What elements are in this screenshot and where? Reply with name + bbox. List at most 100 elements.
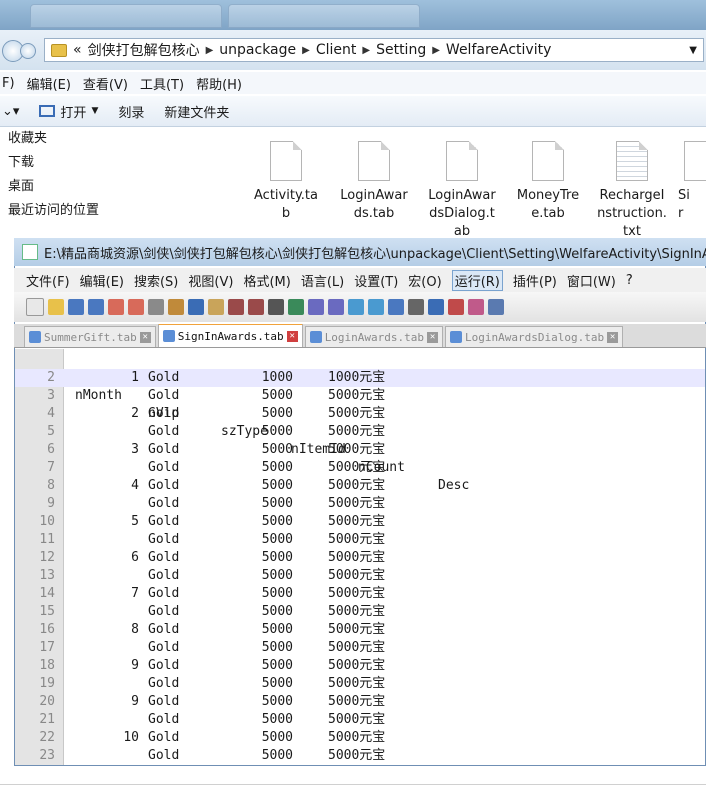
cell-id: 5000 — [261, 748, 293, 763]
sync-scroll-icon[interactable] — [348, 299, 364, 315]
table-row: 2 1 Gold 1000 1000元宝 — [15, 369, 705, 387]
cell-vip: Gold — [148, 550, 180, 565]
document-icon — [270, 141, 302, 181]
file-name-line: RechargeI — [599, 188, 665, 203]
file-item[interactable]: Activity.ta b — [246, 135, 326, 223]
cell-count: 5000元宝 — [328, 478, 386, 493]
dropdown-icon[interactable] — [20, 43, 36, 59]
menu-edit[interactable]: 编辑(E) — [80, 271, 124, 290]
print-icon[interactable] — [148, 299, 164, 315]
cell-vip: Gold — [148, 496, 180, 511]
menu-help[interactable]: 帮助(H) — [196, 74, 242, 93]
zoom-in-icon[interactable] — [308, 299, 324, 315]
cell-id: 5000 — [261, 406, 293, 421]
tab-signinawards[interactable]: SignInAwards.tab ✕ — [157, 324, 303, 347]
breadcrumb-item[interactable]: 剑侠打包解包核心 — [88, 40, 200, 60]
cell-id: 5000 — [261, 388, 293, 403]
tab-loginawardsdialog[interactable]: LoginAwardsDialog.tab ✕ — [445, 326, 624, 347]
breadcrumb-item[interactable]: WelfareActivity — [446, 42, 551, 58]
cell-month: 8 — [131, 622, 139, 637]
close-icon[interactable]: ✕ — [607, 331, 619, 343]
save-macro-icon[interactable] — [488, 299, 504, 315]
cell-count: 1000元宝 — [328, 370, 386, 385]
save-icon[interactable] — [68, 299, 84, 315]
close-file-icon[interactable] — [108, 299, 124, 315]
text-editor[interactable]: 1 nMonth nVip szType nItemId nCount Desc… — [15, 349, 705, 765]
save-all-icon[interactable] — [88, 299, 104, 315]
open-button[interactable]: 打开 ▼ — [39, 102, 98, 121]
indent-guide-icon[interactable] — [408, 299, 424, 315]
undo-icon[interactable] — [228, 299, 244, 315]
copy-icon[interactable] — [188, 299, 204, 315]
menu-settings[interactable]: 设置(T) — [354, 271, 398, 290]
menu-edit[interactable]: 编辑(E) — [27, 74, 71, 93]
new-folder-button[interactable]: 新建文件夹 — [164, 102, 229, 121]
background-tab[interactable] — [228, 4, 420, 28]
menu-macro[interactable]: 宏(O) — [408, 271, 441, 290]
menu-plugins[interactable]: 插件(P) — [513, 271, 557, 290]
paste-icon[interactable] — [208, 299, 224, 315]
cut-icon[interactable] — [168, 299, 184, 315]
find-icon[interactable] — [268, 299, 284, 315]
menu-view[interactable]: 查看(V) — [83, 74, 128, 93]
line-number: 19 — [39, 676, 55, 691]
breadcrumb-item[interactable]: Client — [316, 42, 357, 58]
file-item[interactable]: RechargeI nstruction. txt — [592, 135, 672, 241]
burn-button[interactable]: 刻录 — [118, 102, 144, 121]
cell-count: 5000元宝 — [328, 694, 386, 709]
menu-search[interactable]: 搜索(S) — [134, 271, 178, 290]
cell-id: 5000 — [261, 586, 293, 601]
saved-file-icon — [309, 331, 322, 343]
menu-tools[interactable]: 工具(T) — [140, 74, 184, 93]
chevron-down-icon[interactable]: ▼ — [689, 45, 697, 56]
record-macro-icon[interactable] — [448, 299, 464, 315]
file-item[interactable]: LoginAwar ds.tab — [334, 135, 414, 223]
close-icon[interactable]: ✕ — [286, 330, 298, 342]
breadcrumb[interactable]: « 剑侠打包解包核心 ▶ unpackage ▶ Client ▶ Settin… — [44, 38, 704, 62]
menu-format[interactable]: 格式(M) — [243, 271, 290, 290]
close-icon[interactable]: ✕ — [427, 331, 439, 343]
folder-icon — [51, 43, 67, 57]
tab-loginawards[interactable]: LoginAwards.tab ✕ — [304, 326, 444, 347]
table-row: 9 Gold 5000 5000元宝 — [15, 495, 705, 513]
cell-month: 3 — [131, 442, 139, 457]
cell-count: 5000元宝 — [328, 514, 386, 529]
menu-language[interactable]: 语言(L) — [301, 271, 344, 290]
breadcrumb-overflow[interactable]: « — [73, 42, 82, 58]
tab-summergift[interactable]: SummerGift.tab ✕ — [24, 326, 156, 347]
breadcrumb-item[interactable]: Setting — [376, 42, 426, 58]
file-item[interactable]: LoginAwar dsDialog.t ab — [422, 135, 502, 241]
nav-desktop[interactable]: 桌面 — [0, 175, 222, 199]
nav-favorites[interactable]: 收藏夹 — [0, 127, 222, 151]
menu-help[interactable]: ? — [626, 273, 633, 288]
doc-map-icon[interactable] — [428, 299, 444, 315]
play-macro-icon[interactable] — [468, 299, 484, 315]
table-row: 14 7 Gold 5000 5000元宝 — [15, 585, 705, 603]
wrap-icon[interactable] — [368, 299, 384, 315]
table-row: 21 Gold 5000 5000元宝 — [15, 711, 705, 729]
file-item[interactable]: MoneyTre e.tab — [508, 135, 588, 223]
cell-id: 5000 — [261, 424, 293, 439]
file-item[interactable]: Si r — [678, 135, 706, 223]
new-file-icon[interactable] — [26, 298, 44, 316]
menu-file[interactable]: 文件(F) — [26, 271, 70, 290]
close-icon[interactable]: ✕ — [139, 331, 151, 343]
close-all-icon[interactable] — [128, 299, 144, 315]
menu-window[interactable]: 窗口(W) — [567, 271, 616, 290]
menu-run[interactable]: 运行(R) — [451, 269, 503, 291]
nav-recent[interactable]: 最近访问的位置 — [0, 199, 222, 223]
breadcrumb-item[interactable]: unpackage — [219, 42, 296, 58]
redo-icon[interactable] — [248, 299, 264, 315]
open-file-icon[interactable] — [48, 299, 64, 315]
nav-downloads[interactable]: 下载 — [0, 151, 222, 175]
background-tab[interactable] — [30, 4, 222, 28]
line-number: 2 — [47, 370, 55, 385]
show-all-chars-icon[interactable] — [388, 299, 404, 315]
organize-dropdown-icon[interactable]: ⌄▾ — [2, 104, 19, 119]
menu-view[interactable]: 视图(V) — [188, 271, 233, 290]
cell-vip: Gold — [148, 532, 180, 547]
zoom-out-icon[interactable] — [328, 299, 344, 315]
navigation-pane: 收藏夹 下载 桌面 最近访问的位置 — [0, 127, 222, 237]
replace-icon[interactable] — [288, 299, 304, 315]
menu-file[interactable]: F) — [2, 76, 15, 91]
